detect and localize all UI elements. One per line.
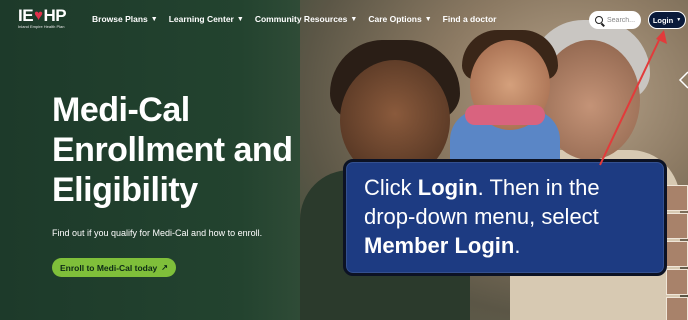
nav-label: Community Resources [254, 14, 348, 24]
arrow-up-right-icon: ↗ [161, 263, 168, 272]
nav-label: Find a doctor [442, 14, 497, 24]
hero-title-line: Medi-Cal [52, 91, 190, 129]
chevron-down-icon: ▼ [236, 15, 244, 23]
search-icon [595, 16, 603, 24]
thumbnail [666, 269, 688, 295]
callout-text: . [514, 233, 521, 258]
nav-label: Learning Center [168, 14, 234, 24]
nav-browse-plans[interactable]: Browse Plans ▼ [92, 14, 158, 24]
login-button[interactable]: Login ▼ [648, 11, 686, 29]
nav-label: Care Options [368, 14, 422, 24]
logo-left: IE [18, 6, 34, 25]
nav-community-resources[interactable]: Community Resources ▼ [255, 14, 358, 24]
main-nav: Browse Plans ▼ Learning Center ▼ Community… [92, 14, 497, 24]
logo-wordmark: IE ♥ HP [18, 7, 78, 24]
nav-find-a-doctor[interactable]: Find a doctor [443, 14, 497, 24]
thumbnail-strip [666, 185, 688, 320]
iehp-logo[interactable]: IE ♥ HP Inland Empire Health Plan [18, 7, 78, 33]
photo-figure [465, 105, 545, 125]
caret-down-icon: ▼ [676, 17, 682, 23]
enroll-button[interactable]: Enroll to Medi-Cal today ↗ [52, 258, 176, 277]
enroll-button-label: Enroll to Medi-Cal today [60, 262, 158, 273]
thumbnail [666, 241, 688, 267]
logo-right: HP [43, 6, 67, 25]
thumbnail [666, 213, 688, 239]
thumbnail [666, 185, 688, 211]
logo-tagline: Inland Empire Health Plan [18, 24, 65, 29]
search-box[interactable] [589, 11, 641, 29]
hero-subtitle: Find out if you qualify for Medi-Cal and… [52, 228, 263, 238]
chevron-down-icon: ▼ [150, 15, 158, 23]
callout-text: Click [364, 175, 418, 200]
callout-bold-member-login: Member Login [364, 233, 515, 258]
hero-page: IE ♥ HP Inland Empire Health Plan Browse P… [0, 0, 688, 320]
site-header: IE ♥ HP Inland Empire Health Plan Browse P… [0, 0, 688, 40]
nav-label: Browse Plans [92, 14, 148, 24]
chevron-down-icon: ▼ [350, 15, 358, 23]
nav-learning-center[interactable]: Learning Center ▼ [169, 14, 244, 24]
search-input[interactable] [607, 16, 639, 24]
chevron-down-icon: ▼ [424, 15, 432, 23]
login-label: Login [652, 15, 674, 25]
heart-icon: ♥ [34, 7, 43, 24]
hero-title: Medi-Cal Enrollment and Eligibility [52, 90, 322, 210]
carousel-next-icon[interactable] [678, 70, 688, 90]
callout-bold-login: Login [417, 175, 478, 200]
hero-title-line: Enrollment and [52, 131, 293, 169]
nav-care-options[interactable]: Care Options ▼ [368, 14, 431, 24]
hero-title-line: Eligibility [52, 171, 198, 209]
thumbnail [666, 297, 688, 320]
instruction-callout: Click Login. Then in the drop-down menu,… [343, 159, 667, 276]
